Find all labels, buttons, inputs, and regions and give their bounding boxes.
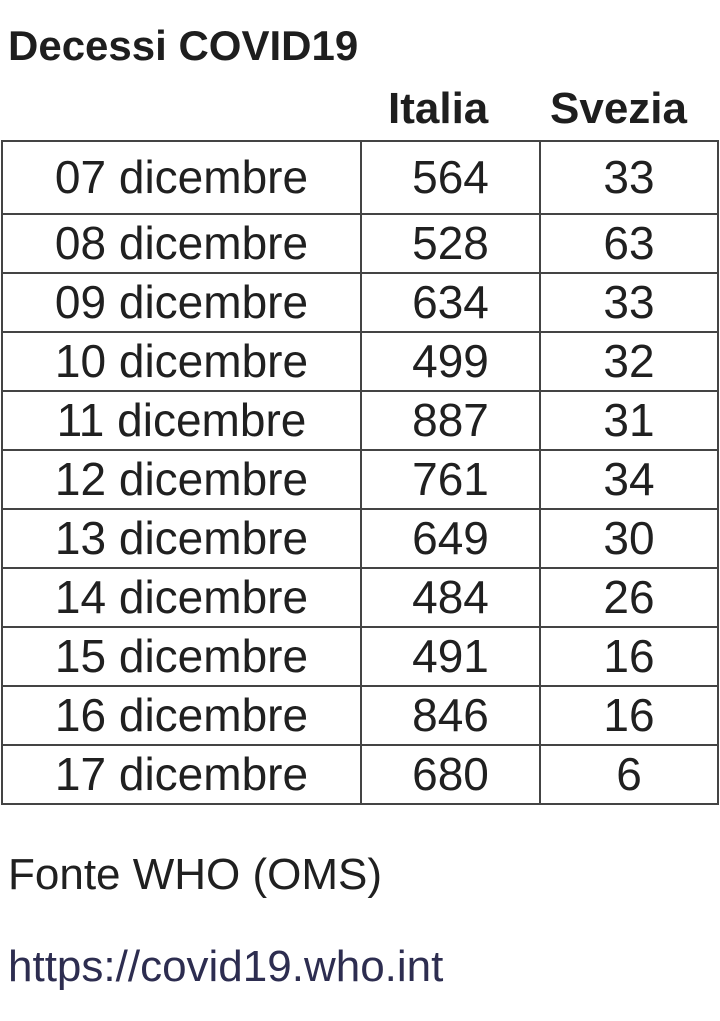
page-title: Decessi COVID19 [8, 22, 359, 69]
italia-cell: 528 [360, 213, 541, 274]
source-note: Fonte WHO (OMS) [8, 850, 383, 899]
italia-cell: 484 [360, 567, 541, 628]
table-row: 09 dicembre 634 33 [1, 272, 719, 333]
table-row: 16 dicembre 846 16 [1, 685, 719, 746]
date-cell: 17 dicembre [1, 744, 362, 805]
date-cell: 12 dicembre [1, 449, 362, 510]
svezia-cell: 26 [539, 567, 719, 628]
table-row: 15 dicembre 491 16 [1, 626, 719, 687]
table-row: 11 dicembre 887 31 [1, 390, 719, 451]
date-cell: 11 dicembre [1, 390, 362, 451]
date-cell: 07 dicembre [1, 140, 362, 215]
table-row: 10 dicembre 499 32 [1, 331, 719, 392]
italia-cell: 887 [360, 390, 541, 451]
italia-cell: 564 [360, 140, 541, 215]
svezia-cell: 63 [539, 213, 719, 274]
source-link[interactable]: https://covid19.who.int [8, 942, 443, 992]
date-cell: 13 dicembre [1, 508, 362, 569]
italia-cell: 491 [360, 626, 541, 687]
svezia-cell: 31 [539, 390, 719, 451]
italia-cell: 634 [360, 272, 541, 333]
date-cell: 10 dicembre [1, 331, 362, 392]
svezia-cell: 6 [539, 744, 719, 805]
table-row: 12 dicembre 761 34 [1, 449, 719, 510]
svezia-cell: 34 [539, 449, 719, 510]
table-row: 07 dicembre 564 33 [1, 140, 719, 215]
column-header-italia: Italia [388, 84, 489, 133]
date-cell: 08 dicembre [1, 213, 362, 274]
table-row: 08 dicembre 528 63 [1, 213, 719, 274]
italia-cell: 846 [360, 685, 541, 746]
svezia-cell: 33 [539, 140, 719, 215]
table-row: 13 dicembre 649 30 [1, 508, 719, 569]
svezia-cell: 32 [539, 331, 719, 392]
svezia-cell: 16 [539, 685, 719, 746]
italia-cell: 649 [360, 508, 541, 569]
italia-cell: 680 [360, 744, 541, 805]
svezia-cell: 30 [539, 508, 719, 569]
date-cell: 09 dicembre [1, 272, 362, 333]
table-row: 17 dicembre 680 6 [1, 744, 719, 805]
date-cell: 16 dicembre [1, 685, 362, 746]
italia-cell: 761 [360, 449, 541, 510]
svezia-cell: 33 [539, 272, 719, 333]
table-row: 14 dicembre 484 26 [1, 567, 719, 628]
italia-cell: 499 [360, 331, 541, 392]
date-cell: 15 dicembre [1, 626, 362, 687]
deaths-table: 07 dicembre 564 33 08 dicembre 528 63 09… [1, 140, 719, 805]
svezia-cell: 16 [539, 626, 719, 687]
date-cell: 14 dicembre [1, 567, 362, 628]
column-header-svezia: Svezia [550, 84, 687, 133]
